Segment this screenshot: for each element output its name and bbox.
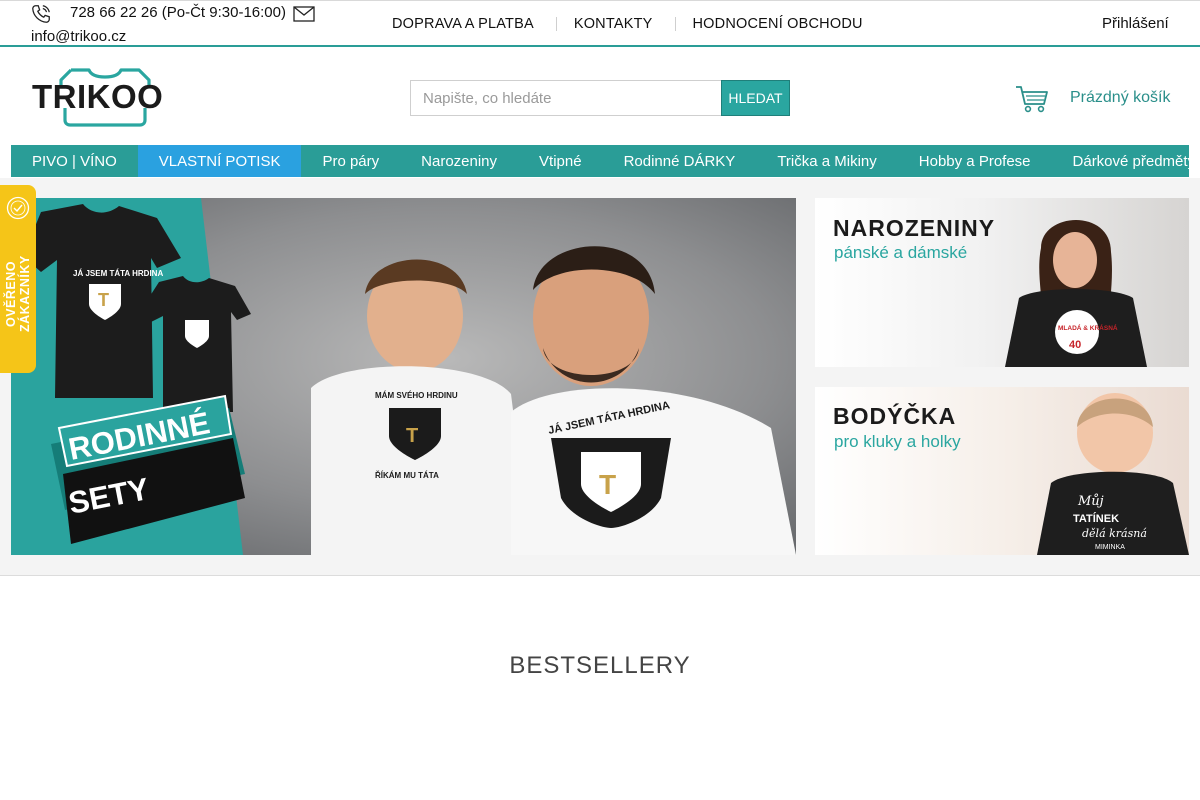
phone-icon (32, 5, 50, 23)
logo-text: TRIKOO (32, 78, 163, 115)
bodycka-shirt-text-3: dělá krásná (1082, 527, 1147, 540)
phone-number[interactable]: 728 66 22 26 (Po-Čt 9:30-16:00) (70, 4, 286, 21)
login-link[interactable]: Přihlášení (1102, 15, 1169, 32)
hero-shirt-letter: T (98, 290, 109, 310)
nav-link-kontakty[interactable]: KONTAKTY (574, 16, 653, 32)
bodycka-shirt-text-2: TATÍNEK (1073, 512, 1119, 525)
hero-shirt-text: JÁ JSEM TÁTA HRDINA (73, 269, 163, 278)
hero-banner-rodinne-sety[interactable]: JÁ JSEM TÁTA HRDINA T RODINNÉ SETY T MÁM… (11, 198, 796, 555)
nav-separator (555, 17, 557, 31)
email-link[interactable]: info@trikoo.cz (31, 28, 126, 45)
category-tricka-mikiny[interactable]: Trička a Mikiny (756, 145, 897, 177)
category-pivo-vino[interactable]: PIVO | VÍNO (11, 145, 138, 177)
side-banner-narozeniny[interactable]: MLADÁ & KRÁSNÁ 40 NAROZENINY pánské a dá… (815, 198, 1189, 367)
svg-text:T: T (406, 425, 418, 447)
side-banner-1-subtitle: pánské a dámské (834, 243, 967, 262)
bodycka-shirt-text-1: Můj (1077, 493, 1104, 509)
boy-shirt-text-2: ŘÍKÁM MU TÁTA (375, 471, 439, 480)
mail-icon (293, 6, 315, 22)
side-banner-1-title: NAROZENINY (833, 215, 995, 241)
search-input[interactable] (410, 80, 722, 116)
top-navigation: DOPRAVA A PLATBA KONTAKTY HODNOCENÍ OBCH… (392, 16, 863, 32)
narozeniny-shirt-number: 40 (1069, 339, 1081, 351)
category-rodinne-darky[interactable]: Rodinné DÁRKY (603, 145, 757, 177)
category-pro-pary[interactable]: Pro páry (301, 145, 400, 177)
search-button[interactable]: HLEDAT (721, 80, 790, 116)
side-banner-bodycka[interactable]: Můj TATÍNEK dělá krásná MIMINKA BODÝČKA … (815, 387, 1189, 555)
svg-text:T: T (599, 469, 616, 500)
nav-link-doprava[interactable]: DOPRAVA A PLATBA (392, 16, 534, 32)
category-hobby-profese[interactable]: Hobby a Profese (898, 145, 1052, 177)
category-menu: PIVO | VÍNO VLASTNÍ POTISK Pro páry Naro… (11, 145, 1195, 177)
side-banner-2-subtitle: pro kluky a holky (834, 432, 961, 451)
category-darkove-predmety[interactable]: Dárkové předměty (1052, 145, 1200, 177)
cart-icon[interactable] (1015, 84, 1049, 114)
category-vtipne[interactable]: Vtipné (518, 145, 603, 177)
category-narozeniny[interactable]: Narozeniny (400, 145, 518, 177)
trikoo-logo[interactable]: TRIKOO (31, 66, 179, 128)
category-vlastni-potisk[interactable]: VLASTNÍ POTISK (137, 145, 302, 177)
top-info-bar: 728 66 22 26 (Po-Čt 9:30-16:00) info@tri… (0, 0, 1200, 47)
cart-link[interactable]: Prázdný košík (1070, 89, 1170, 107)
section-title-bestsellery: BESTSELLERY (509, 652, 691, 679)
bodycka-shirt-text-4: MIMINKA (1095, 544, 1125, 551)
side-banner-2-title: BODÝČKA (833, 402, 956, 429)
boy-shirt-text-1: MÁM SVÉHO HRDINU (375, 391, 458, 400)
nav-separator (674, 17, 676, 31)
nav-link-hodnoceni[interactable]: HODNOCENÍ OBCHODU (693, 16, 863, 32)
verified-badge-label: OVĚŘENO ZÁKAZNÍKY (4, 255, 32, 333)
narozeniny-shirt-text: MLADÁ & KRÁSNÁ (1058, 323, 1118, 332)
verified-seal-icon (6, 196, 30, 220)
